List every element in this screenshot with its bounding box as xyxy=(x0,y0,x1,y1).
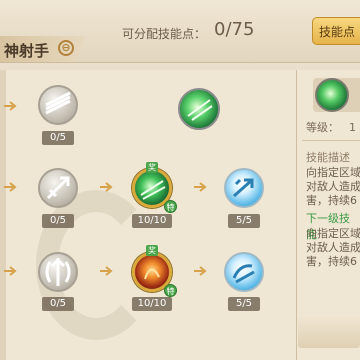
wind-slash-icon xyxy=(187,99,213,121)
green-burst-icon xyxy=(140,180,166,200)
skill-node-r3c3[interactable] xyxy=(224,252,264,292)
class-name: 神射手 xyxy=(4,42,50,60)
skill-node-r2c3[interactable] xyxy=(224,168,264,208)
skill-count-r3c3: 5/5 xyxy=(228,297,260,311)
skill-count-r3c1: 0/5 xyxy=(42,297,74,311)
skill-tree-screen: 神射手 ⊖ 可分配技能点： 0/75 技能点 0/5 0/5 奖 特 10/10… xyxy=(0,0,360,360)
skill-count-r2c1: 0/5 xyxy=(42,214,74,228)
skill-node-r1-ultimate[interactable] xyxy=(178,88,220,130)
triple-arrow-icon xyxy=(45,91,71,115)
special-badge-r2c2: 特 xyxy=(164,200,177,213)
panel-divider xyxy=(302,140,360,141)
desc-title: 技能描述 xyxy=(306,151,350,164)
skill-count-r1c1: 0/5 xyxy=(42,131,74,145)
skill-count-r3c2: 10/10 xyxy=(132,297,172,311)
points-label: 可分配技能点： xyxy=(122,27,207,41)
desc-line: 害，持续6 xyxy=(306,194,357,207)
reward-badge-r3c2: 奖 xyxy=(146,245,158,256)
top-bar: 神射手 ⊖ 可分配技能点： 0/75 技能点 xyxy=(0,0,360,63)
arrow-shot-icon xyxy=(46,176,70,200)
skill-node-r2c1[interactable] xyxy=(38,168,78,208)
row3-arrow-2-icon xyxy=(194,266,208,276)
next-line: 害，持续6 xyxy=(306,255,357,268)
reward-badge-r2c2: 奖 xyxy=(146,162,158,173)
level-label: 等级： xyxy=(306,121,339,134)
special-badge-r3c2: 特 xyxy=(164,284,177,297)
selected-skill-icon xyxy=(315,78,349,112)
bow-icon xyxy=(45,257,71,286)
fire-beast-icon xyxy=(144,268,160,280)
left-rail xyxy=(0,70,6,360)
panel-action-button[interactable] xyxy=(298,316,360,348)
row3-arrow-1-icon xyxy=(100,266,114,276)
skill-count-r2c3: 5/5 xyxy=(228,214,260,228)
ice-arrow-icon xyxy=(233,178,254,198)
row2-arrow-2-icon xyxy=(194,182,208,192)
skill-points-button[interactable]: 技能点 xyxy=(312,17,360,45)
skill-node-r1c1[interactable] xyxy=(38,85,78,125)
skill-level: 等级： 1 xyxy=(306,119,356,135)
skill-points-button-label: 技能点 xyxy=(319,25,356,39)
skill-count-r2c2: 10/10 xyxy=(132,214,172,228)
row1-entry-arrow-icon xyxy=(4,101,18,111)
skill-node-r3c1[interactable] xyxy=(38,252,78,292)
row2-entry-arrow-icon xyxy=(4,182,18,192)
row2-arrow-1-icon xyxy=(100,182,114,192)
switch-class-icon[interactable]: ⊖ xyxy=(58,40,74,56)
wave-icon xyxy=(232,264,255,284)
level-value: 1 xyxy=(349,121,356,134)
points-value: 0/75 xyxy=(214,19,255,40)
row3-entry-arrow-icon xyxy=(4,266,18,276)
